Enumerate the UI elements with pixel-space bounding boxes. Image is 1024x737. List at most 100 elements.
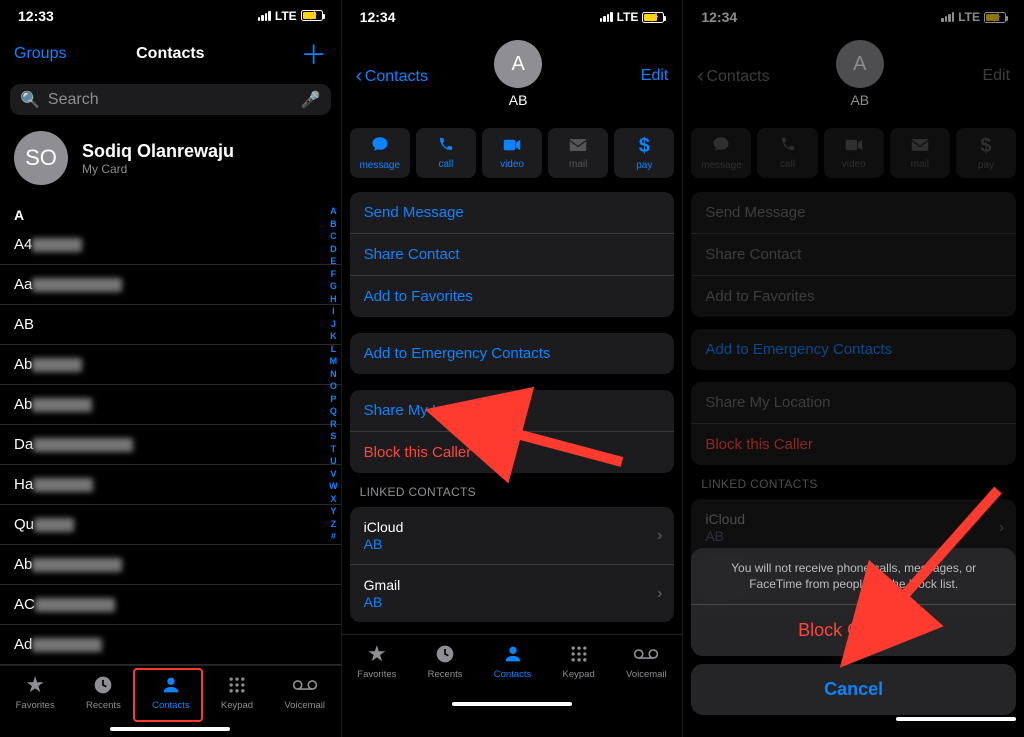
share-contact: Share Contact bbox=[691, 234, 1016, 276]
contacts-icon bbox=[502, 641, 524, 667]
section-header: A bbox=[0, 205, 341, 225]
linked-contacts-group: iCloudAB›GmailAB› bbox=[350, 507, 675, 622]
status-bar: 12:34 LTE ⚡ bbox=[683, 0, 1024, 34]
send-message[interactable]: Send Message bbox=[350, 192, 675, 234]
mail-icon bbox=[569, 137, 587, 157]
qa-label: pay bbox=[978, 160, 994, 171]
list-item[interactable]: Ha bbox=[0, 465, 341, 505]
favorites-icon: ★ bbox=[367, 641, 387, 667]
qa-label: message bbox=[701, 160, 742, 171]
battery-icon: ⚡ bbox=[301, 10, 323, 21]
search-icon: 🔍 bbox=[20, 90, 40, 110]
action-sheet: You will not receive phone calls, messag… bbox=[691, 548, 1016, 727]
cancel-button[interactable]: Cancel bbox=[691, 664, 1016, 715]
tab-favorites[interactable]: ★ Favorites bbox=[357, 641, 396, 680]
tab-label: Favorites bbox=[357, 669, 396, 680]
tab-favorites[interactable]: ★Favorites bbox=[16, 672, 55, 711]
tab-recents[interactable]: Recents bbox=[428, 641, 463, 680]
avatar: A bbox=[494, 40, 542, 88]
nav-bar: ‹ Contacts A AB Edit bbox=[342, 34, 683, 122]
tab-label: Keypad bbox=[563, 669, 595, 680]
list-item[interactable]: Da bbox=[0, 425, 341, 465]
my-card[interactable]: SO Sodiq Olanrewaju My Card bbox=[0, 125, 341, 205]
message-icon bbox=[371, 135, 389, 158]
signal-icon bbox=[600, 12, 613, 22]
contact-name: AB bbox=[509, 92, 528, 108]
edit-button[interactable]: Edit bbox=[608, 67, 668, 85]
tab-voicemail[interactable]: Voicemail bbox=[284, 672, 325, 711]
actions-group-1: Send MessageShare ContactAdd to Favorite… bbox=[691, 192, 1016, 317]
home-indicator bbox=[896, 717, 1016, 721]
tab-label: Favorites bbox=[16, 700, 55, 711]
qa-pay[interactable]: $ pay bbox=[614, 128, 674, 178]
qa-video[interactable]: video bbox=[482, 128, 542, 178]
add-emergency-contacts: Add to Emergency Contacts bbox=[691, 329, 1016, 370]
tab-contacts[interactable]: Contacts bbox=[152, 672, 190, 711]
list-item[interactable]: Ab bbox=[0, 385, 341, 425]
qa-call[interactable]: call bbox=[416, 128, 476, 178]
battery-icon: ⚡ bbox=[984, 12, 1006, 23]
video-icon bbox=[503, 137, 521, 157]
status-time: 12:33 bbox=[18, 8, 54, 24]
tab-contacts[interactable]: Contacts bbox=[494, 641, 532, 680]
list-item[interactable]: AB bbox=[0, 305, 341, 345]
status-time: 12:34 bbox=[701, 9, 737, 25]
linked-contacts-header: LINKED CONTACTS bbox=[342, 485, 683, 503]
tab-voicemail[interactable]: Voicemail bbox=[626, 641, 667, 680]
list-item[interactable]: Aa bbox=[0, 265, 341, 305]
qa-label: message bbox=[359, 160, 400, 171]
my-card-name: Sodiq Olanrewaju bbox=[82, 141, 234, 162]
search-input[interactable] bbox=[46, 90, 301, 110]
actions-group-3: Share My Location Block this Caller bbox=[691, 382, 1016, 465]
list-item[interactable]: Qu bbox=[0, 505, 341, 545]
status-right: LTE ⚡ bbox=[258, 9, 323, 23]
add-to-favorites[interactable]: Add to Favorites bbox=[350, 276, 675, 317]
share-my-location[interactable]: Share My Location bbox=[350, 390, 675, 432]
list-item[interactable]: AC bbox=[0, 585, 341, 625]
home-indicator bbox=[452, 702, 572, 706]
add-emergency-contacts[interactable]: Add to Emergency Contacts bbox=[350, 333, 675, 374]
tab-keypad[interactable]: Keypad bbox=[563, 641, 595, 680]
call-icon bbox=[780, 136, 796, 157]
share-contact[interactable]: Share Contact bbox=[350, 234, 675, 276]
tab-recents[interactable]: Recents bbox=[86, 672, 121, 711]
video-icon bbox=[845, 137, 863, 157]
qa-label: pay bbox=[636, 160, 652, 171]
home-indicator bbox=[110, 727, 230, 731]
tab-label: Contacts bbox=[152, 700, 190, 711]
qa-label: video bbox=[842, 159, 866, 170]
tab-keypad[interactable]: Keypad bbox=[221, 672, 253, 711]
alpha-index[interactable]: ABCDEFGHIJKLMNOPQRSTUVWXYZ# bbox=[329, 205, 338, 543]
list-item[interactable]: Ab bbox=[0, 345, 341, 385]
contact-list[interactable]: A4AaABAbAbDaHaQuAbACAd bbox=[0, 225, 341, 665]
groups-button[interactable]: Groups bbox=[14, 45, 74, 63]
qa-label: call bbox=[780, 159, 795, 170]
qa-label: mail bbox=[911, 159, 929, 170]
recents-icon bbox=[435, 641, 455, 667]
list-item[interactable]: A4 bbox=[0, 225, 341, 265]
tab-label: Recents bbox=[428, 669, 463, 680]
chevron-left-icon: ‹ bbox=[697, 65, 704, 87]
list-item[interactable]: Ad bbox=[0, 625, 341, 665]
linked-contacts-header: LINKED CONTACTS bbox=[683, 477, 1024, 495]
qa-message[interactable]: message bbox=[350, 128, 410, 178]
tab-label: Recents bbox=[86, 700, 121, 711]
quick-actions: message callvideomail $ pay bbox=[342, 122, 683, 188]
linked-contact[interactable]: GmailAB› bbox=[350, 565, 675, 622]
signal-icon bbox=[258, 11, 271, 21]
list-item[interactable]: Ab bbox=[0, 545, 341, 585]
mic-icon[interactable]: 🎤 bbox=[301, 90, 321, 110]
status-time: 12:34 bbox=[360, 9, 396, 25]
back-button[interactable]: ‹ Contacts bbox=[356, 65, 428, 88]
pay-icon: $ bbox=[639, 135, 650, 158]
linked-contact[interactable]: iCloudAB› bbox=[350, 507, 675, 565]
page-title: Contacts bbox=[136, 45, 204, 63]
block-this-caller[interactable]: Block this Caller bbox=[350, 432, 675, 473]
search-bar[interactable]: 🔍 🎤 bbox=[10, 84, 331, 115]
block-contact-button[interactable]: Block Contact bbox=[691, 605, 1016, 656]
add-contact-button[interactable]: ＋ bbox=[267, 35, 327, 72]
keypad-icon bbox=[569, 641, 589, 667]
qa-call: call bbox=[757, 128, 817, 178]
qa-mail[interactable]: mail bbox=[548, 128, 608, 178]
tab-label: Contacts bbox=[494, 669, 532, 680]
